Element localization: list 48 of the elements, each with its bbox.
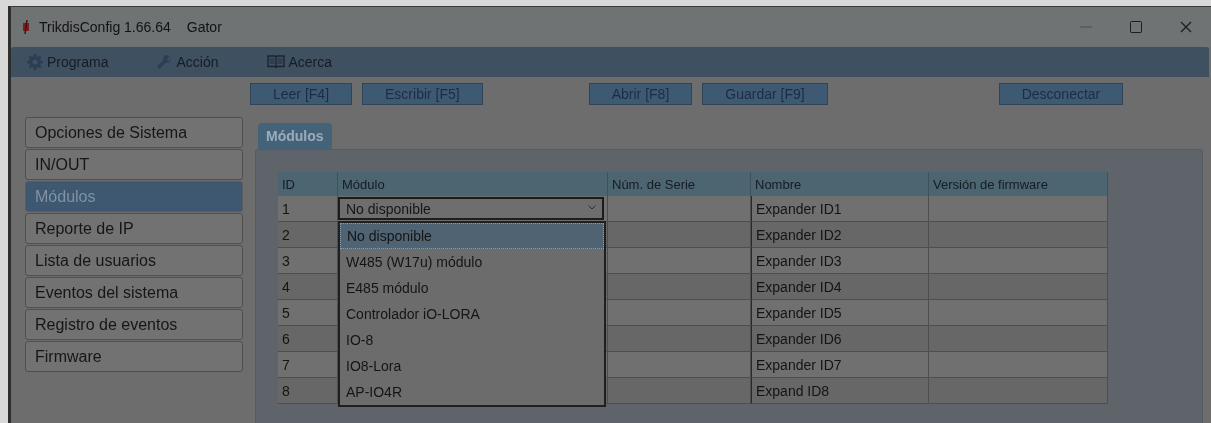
dropdown-option[interactable]: No disponible [340,223,604,249]
id-cell: 1 [278,196,338,222]
sidebar-item[interactable]: Lista de usuarios [25,245,243,276]
book-icon [266,55,285,69]
dropdown-option[interactable]: W485 (W17u) módulo [340,249,604,275]
dropdown-option[interactable]: Controlador iO-LORA [340,301,604,327]
sidebar-item[interactable]: IN/OUT [25,149,243,180]
sidebar-item[interactable]: Firmware [25,341,243,372]
name-cell: Expander ID2 [751,222,929,248]
close-icon [1180,21,1192,33]
name-cell: Expander ID6 [751,326,929,352]
id-cell: 5 [278,300,338,326]
id-cell: 6 [278,326,338,352]
dropdown-option[interactable]: IO-8 [340,327,604,353]
column-header: Núm. de Serie [608,172,751,196]
chevron-down-icon [588,205,596,210]
menu-item[interactable]: Acción [152,54,223,70]
name-cell: Expand ID8 [751,378,929,404]
device-name: Gator [186,19,222,35]
id-cell: 3 [278,248,338,274]
id-cell: 2 [278,222,338,248]
menu-item[interactable]: Programa [23,54,113,70]
sidebar-item[interactable]: Módulos [25,181,243,212]
column-header: Módulo [338,172,608,196]
dropdown-option[interactable]: IO8-Lora [340,353,604,379]
id-cell: 7 [278,352,338,378]
app-logo-icon [21,19,31,35]
maximize-icon [1130,21,1142,33]
dropdown-option[interactable]: E485 módulo [340,275,604,301]
sidebar-item[interactable]: Registro de eventos [25,309,243,340]
name-cell: Expander ID4 [751,274,929,300]
sidebar-item[interactable]: Opciones de Sistema [25,117,243,148]
id-cell: 4 [278,274,338,300]
column-header: Versión de firmware [929,172,1108,196]
dropdown-option[interactable]: AP-IO4R [340,379,604,405]
tab[interactable]: Módulos [258,123,332,149]
column-header: Nombre [751,172,929,196]
id-cell: 8 [278,378,338,404]
window-title: TrikdisConfig 1.66.64 [39,19,171,35]
menu-item[interactable]: Acerca [262,54,337,70]
name-cell: Expander ID5 [751,300,929,326]
sidebar-item[interactable]: Eventos del sistema [25,277,243,308]
name-cell: Expander ID7 [751,352,929,378]
column-header: ID [278,172,338,196]
module-select[interactable]: No disponible [338,197,604,220]
sidebar-item[interactable]: Reporte de IP [25,213,243,244]
name-cell: Expander ID1 [751,196,929,222]
name-cell: Expander ID3 [751,248,929,274]
